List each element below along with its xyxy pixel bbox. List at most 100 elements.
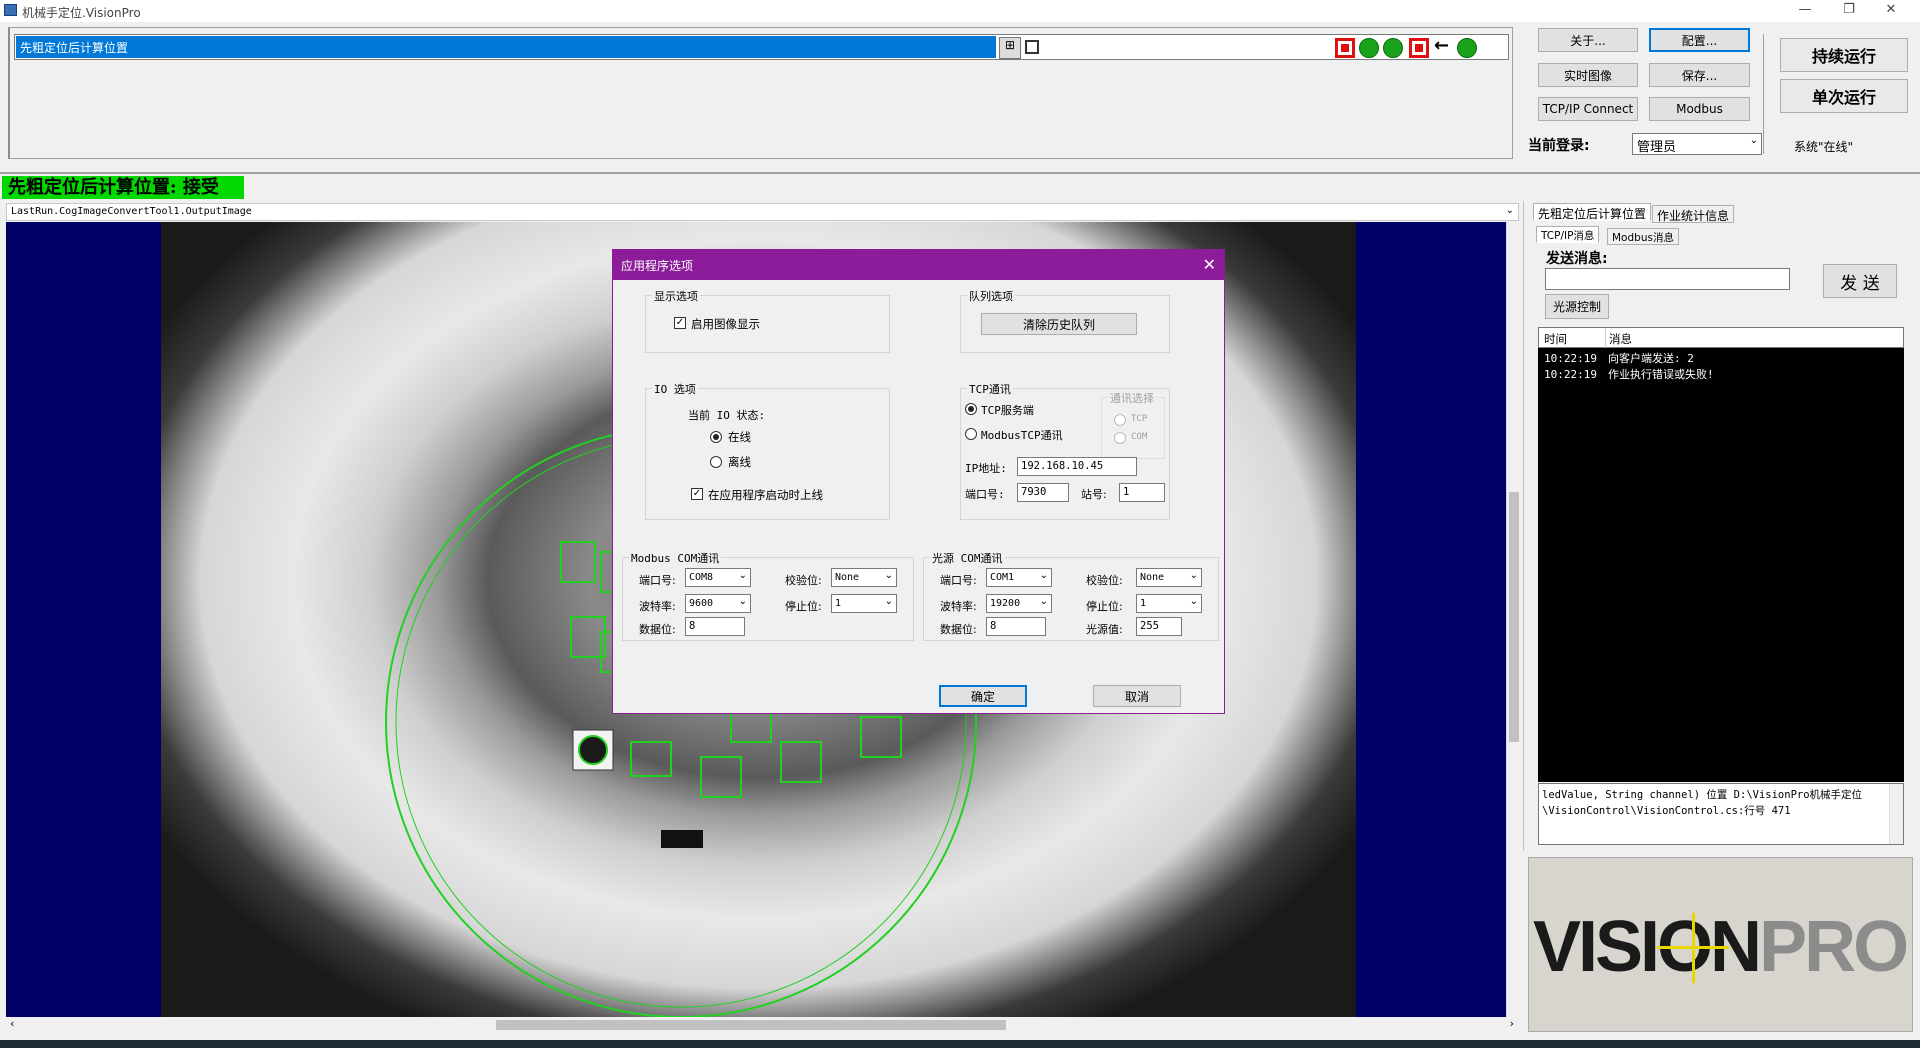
image-horizontal-scrollbar[interactable]: ‹ › <box>6 1017 1514 1032</box>
io-options-group: IO 选项 当前 IO 状态: 在线 离线 ✓ 在应用程序启动时上线 <box>645 381 890 520</box>
message-list[interactable]: 10:22:19 向客户端发送: 2 10:22:19 作业执行错误或失败! <box>1538 348 1904 782</box>
modbus-button[interactable]: Modbus <box>1649 97 1750 121</box>
visionpro-logo: VISIONPRO <box>1528 857 1913 1032</box>
scroll-thumb[interactable] <box>1509 492 1519 742</box>
image-vertical-scrollbar[interactable] <box>1506 222 1520 1017</box>
send-message-input[interactable] <box>1545 268 1790 290</box>
single-run-button[interactable]: 单次运行 <box>1780 79 1908 113</box>
live-image-button[interactable]: 实时图像 <box>1538 63 1638 87</box>
tcp-connect-button[interactable]: TCP/IP Connect <box>1538 97 1638 121</box>
station-input[interactable]: 1 <box>1119 483 1165 502</box>
modbus-tcp-radio[interactable] <box>965 428 977 440</box>
list-item: 10:22:19 向客户端发送: 2 <box>1544 352 1694 365</box>
image-title: LastRun.CogImageConvertTool1.OutputImage <box>11 206 252 217</box>
scroll-right-icon[interactable]: › <box>1510 1017 1514 1030</box>
port-label: 端口号: <box>965 488 1005 501</box>
radio-label: 在线 <box>728 430 751 444</box>
status-green-dot-icon <box>1383 38 1403 58</box>
clear-history-button[interactable]: 清除历史队列 <box>981 313 1137 335</box>
enable-image-display-checkbox[interactable]: ✓ <box>674 317 686 329</box>
databits-label: 数据位: <box>940 623 977 636</box>
port-label: 端口号: <box>639 574 676 587</box>
chevron-down-icon: ⌄ <box>1189 596 1198 607</box>
chevron-down-icon: ⌄ <box>1039 570 1048 581</box>
log-line: ledValue, String channel) 位置 D:\VisionPr… <box>1542 789 1863 801</box>
light-port-select[interactable]: COM1 ⌄ <box>986 568 1052 587</box>
offline-radio[interactable] <box>710 456 722 468</box>
ok-button[interactable]: 确定 <box>939 685 1027 707</box>
light-com-group: 光源 COM通讯 端口号: COM1 ⌄ 校验位: None ⌄ 波特率: 1920… <box>923 550 1219 641</box>
light-control-button[interactable]: 光源控制 <box>1545 294 1609 319</box>
port-input[interactable]: 7930 <box>1017 483 1069 502</box>
group-legend: 队列选项 <box>967 288 1015 304</box>
online-radio[interactable] <box>710 431 722 443</box>
scroll-left-icon[interactable]: ‹ <box>10 1017 14 1030</box>
arrow-left-icon: ← <box>1434 35 1450 56</box>
comm-select-group: 通讯选择 TCP COM <box>1101 390 1165 459</box>
ip-label: IP地址: <box>965 462 1007 475</box>
modbus-stopbits-select[interactable]: 1 ⌄ <box>831 594 897 613</box>
restore-icon[interactable]: ❐ <box>1834 2 1864 20</box>
minimize-icon[interactable]: — <box>1790 2 1820 20</box>
tab-tcp-messages[interactable]: TCP/IP消息 <box>1536 226 1600 243</box>
group-legend: 显示选项 <box>652 288 700 304</box>
radio-label: TCP <box>1131 414 1148 424</box>
chevron-down-icon: ⌄ <box>738 570 747 581</box>
image-title-select[interactable]: LastRun.CogImageConvertTool1.OutputImage… <box>6 203 1519 221</box>
comm-tcp-radio[interactable] <box>1114 414 1126 426</box>
dialog-title-bar: 应用程序选项 ✕ <box>613 250 1224 280</box>
ip-address-input[interactable]: 192.168.10.45 <box>1017 457 1137 476</box>
light-value-input[interactable]: 255 <box>1136 617 1182 636</box>
online-on-start-checkbox[interactable]: ✓ <box>691 488 703 500</box>
light-stopbits-select[interactable]: 1 ⌄ <box>1136 594 1202 613</box>
status-red-square-icon <box>1335 38 1355 58</box>
scroll-thumb[interactable] <box>496 1020 1006 1030</box>
light-baud-select[interactable]: 19200 ⌄ <box>986 594 1052 613</box>
crosshair-icon <box>1657 946 1729 949</box>
modbus-parity-select[interactable]: None ⌄ <box>831 568 897 587</box>
tool-tree-icon[interactable]: ⊞ <box>999 37 1021 59</box>
divider <box>1763 34 1764 154</box>
parity-label: 校验位: <box>1086 574 1123 587</box>
tab-modbus-messages[interactable]: Modbus消息 <box>1607 228 1679 245</box>
close-icon[interactable]: ✕ <box>1876 2 1906 20</box>
checkbox-label: 启用图像显示 <box>691 317 760 331</box>
close-icon[interactable]: ✕ <box>1203 255 1216 274</box>
chevron-down-icon: ⌄ <box>884 570 893 581</box>
status-red-square-icon <box>1409 38 1429 58</box>
checkbox-label: 在应用程序启动时上线 <box>708 488 823 502</box>
user-select[interactable]: 管理员 ⌄ <box>1632 133 1762 155</box>
job-list[interactable]: 先粗定位后计算位置 ⊞ ← <box>14 34 1509 60</box>
group-legend: TCP通讯 <box>967 381 1013 397</box>
tab-statistics[interactable]: 作业统计信息 <box>1652 205 1735 223</box>
databits-label: 数据位: <box>639 623 676 636</box>
queue-options-group: 队列选项 清除历史队列 <box>960 288 1170 353</box>
modbus-baud-select[interactable]: 9600 ⌄ <box>685 594 751 613</box>
modbus-databits-input[interactable]: 8 <box>685 617 745 636</box>
baud-label: 波特率: <box>940 600 977 613</box>
modbus-port-select[interactable]: COM8 ⌄ <box>685 568 751 587</box>
stop-square-icon[interactable] <box>1025 40 1039 54</box>
light-parity-select[interactable]: None ⌄ <box>1136 568 1202 587</box>
app-icon <box>4 4 17 16</box>
chevron-down-icon: ⌄ <box>1505 205 1514 216</box>
tcp-server-radio[interactable] <box>965 403 977 415</box>
send-label: 发送消息: <box>1546 251 1608 267</box>
chevron-down-icon: ⌄ <box>1039 596 1048 607</box>
error-log[interactable]: ledValue, String channel) 位置 D:\VisionPr… <box>1538 783 1904 845</box>
comm-com-radio[interactable] <box>1114 432 1126 444</box>
config-button[interactable]: 配置... <box>1649 28 1750 52</box>
cancel-button[interactable]: 取消 <box>1093 685 1181 707</box>
log-scrollbar[interactable] <box>1889 784 1903 844</box>
send-button[interactable]: 发 送 <box>1823 264 1897 298</box>
result-banner: 先粗定位后计算位置: 接受 <box>2 176 244 199</box>
about-button[interactable]: 关于... <box>1538 28 1638 52</box>
modbus-com-group: Modbus COM通讯 端口号: COM8 ⌄ 校验位: None ⌄ 波特率: … <box>622 550 914 641</box>
tab-job[interactable]: 先粗定位后计算位置 <box>1533 203 1652 221</box>
light-databits-input[interactable]: 8 <box>986 617 1046 636</box>
save-button[interactable]: 保存... <box>1649 63 1750 87</box>
list-item: 10:22:19 作业执行错误或失败! <box>1544 368 1714 381</box>
job-item[interactable]: 先粗定位后计算位置 <box>16 36 996 58</box>
chevron-down-icon: ⌄ <box>884 596 893 607</box>
continuous-run-button[interactable]: 持续运行 <box>1780 38 1908 72</box>
